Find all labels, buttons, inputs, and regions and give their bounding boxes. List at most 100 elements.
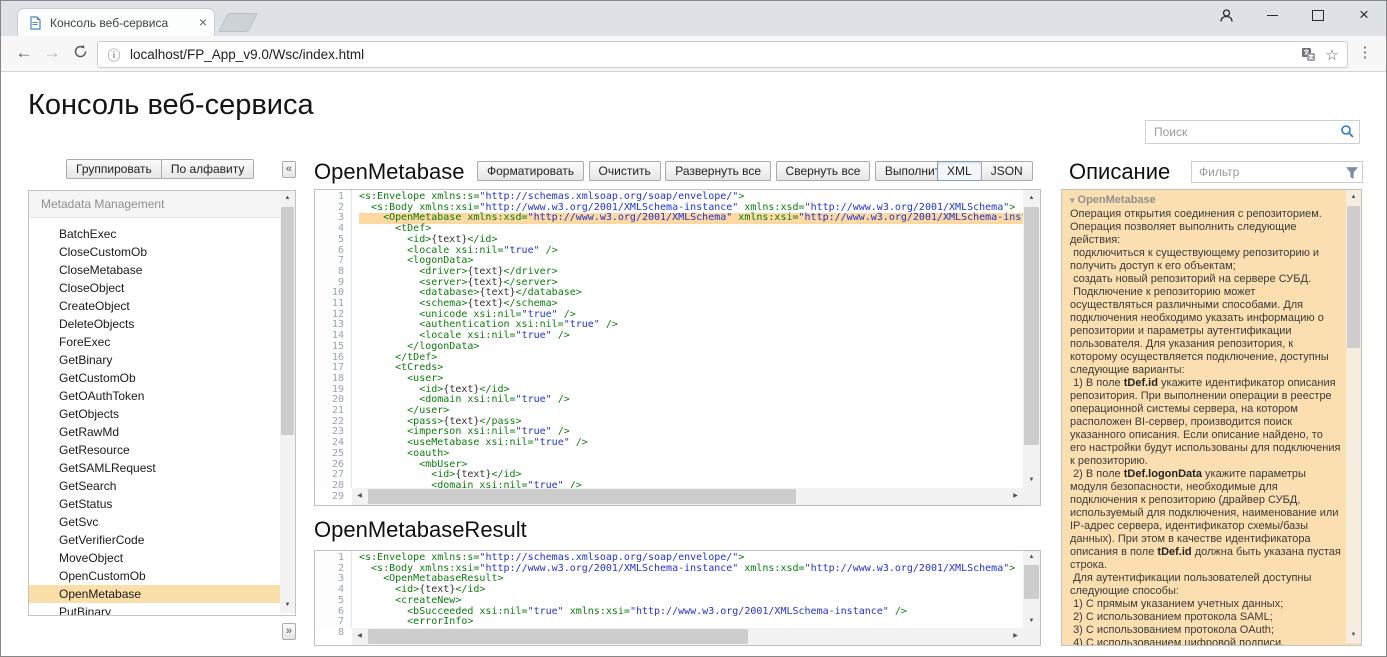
window-close-button[interactable]: × (1356, 7, 1372, 23)
scroll-down-icon[interactable]: ▼ (1346, 628, 1361, 643)
reload-button[interactable] (67, 40, 93, 67)
method-list-item[interactable]: MoveObject (29, 549, 280, 567)
code-line: <tCreds> (359, 363, 1023, 374)
result-editor[interactable]: 12345678 <s:Envelope xmlns:s="http://sch… (314, 550, 1041, 646)
list-section-header[interactable]: Metadata Management (29, 191, 280, 218)
method-list-item[interactable]: CloseMetabase (29, 261, 280, 279)
scroll-left-icon[interactable]: ◀ (352, 628, 367, 645)
format-button[interactable]: Форматировать (477, 161, 584, 181)
description-paragraph: 3) С использованием протокола OAuth; (1070, 624, 1341, 637)
url-text: localhost/FP_App_v9.0/Wsc/index.html (130, 42, 364, 67)
line-number: 3 (315, 213, 351, 224)
scroll-right-icon[interactable]: ▶ (1008, 488, 1023, 505)
result-editor-code[interactable]: <s:Envelope xmlns:s="http://schemas.xmls… (353, 551, 1023, 628)
method-list-item[interactable]: GetOAuthToken (29, 387, 280, 405)
method-list-item[interactable]: GetRawMd (29, 423, 280, 441)
request-editor-code[interactable]: <s:Envelope xmlns:s="http://schemas.xmls… (353, 190, 1023, 488)
description-section-header[interactable]: ▾OpenMetabase (1062, 190, 1361, 208)
method-list-item[interactable]: GetSearch (29, 477, 280, 495)
alphabet-button[interactable]: По алфавиту (161, 159, 255, 179)
scroll-up-icon[interactable]: ▲ (1023, 190, 1040, 206)
scroll-thumb[interactable] (281, 207, 294, 435)
scroll-up-icon[interactable]: ▲ (1023, 551, 1040, 564)
scroll-left-icon[interactable]: ◀ (352, 488, 367, 505)
scroll-right-icon[interactable]: ▶ (1008, 628, 1023, 645)
address-bar[interactable]: ⓘ localhost/FP_App_v9.0/Wsc/index.html ☆ (97, 41, 1348, 68)
clear-button[interactable]: Очистить (589, 161, 661, 181)
window-maximize-button[interactable] (1310, 7, 1326, 23)
sidebar-scrollbar[interactable]: ▲ ▼ (280, 191, 295, 613)
profile-icon[interactable] (1218, 7, 1234, 23)
json-toggle-button[interactable]: JSON (981, 161, 1033, 181)
collapse-all-button[interactable]: Свернуть все (776, 161, 871, 181)
scroll-up-icon[interactable]: ▲ (1346, 190, 1361, 205)
method-listbox: Metadata Management BatchExecCloseCustom… (28, 190, 296, 616)
forward-button[interactable]: → (39, 40, 65, 66)
search-input[interactable] (1152, 122, 1334, 142)
method-list-item[interactable]: GetStatus (29, 495, 280, 513)
scroll-down-icon[interactable]: ▼ (1023, 615, 1040, 628)
scroll-thumb[interactable] (1024, 207, 1039, 445)
browser-menu-icon[interactable]: ⋮ (1352, 40, 1378, 66)
method-list-item[interactable]: GetSAMLRequest (29, 459, 280, 477)
method-list-item[interactable]: GetSvc (29, 513, 280, 531)
search-icon[interactable] (1340, 124, 1355, 144)
method-list-item[interactable]: ForeExec (29, 333, 280, 351)
line-number: 25 (315, 449, 351, 460)
back-button[interactable]: ← (11, 40, 37, 66)
code-line: <useMetabase xsi:nil="true" /> (359, 438, 1023, 449)
translate-icon[interactable] (1299, 42, 1317, 67)
method-list-item[interactable]: DeleteObjects (29, 315, 280, 333)
bookmark-star-icon[interactable]: ☆ (1323, 42, 1341, 67)
request-editor-gutter: 1234567891011121314151617181920212223242… (315, 190, 352, 488)
request-editor-hscrollbar[interactable]: ◀ ▶ (352, 488, 1023, 505)
method-list-item[interactable]: GetResource (29, 441, 280, 459)
result-editor-hscrollbar[interactable]: ◀ ▶ (352, 628, 1023, 645)
scroll-thumb[interactable] (368, 489, 796, 504)
method-list-item[interactable]: BatchExec (29, 225, 280, 243)
filter-funnel-icon[interactable] (1346, 166, 1358, 184)
description-paragraph: Подключение к репозиторию может осуществ… (1070, 286, 1341, 377)
request-editor-vscrollbar[interactable]: ▲ ▼ (1023, 190, 1040, 488)
scroll-thumb[interactable] (368, 629, 748, 644)
method-list-item[interactable]: CreateObject (29, 297, 280, 315)
method-list: BatchExecCloseCustomObCloseMetabaseClose… (29, 225, 280, 616)
result-title: OpenMetabaseResult (314, 517, 527, 543)
method-list-item[interactable]: PutBinary (29, 603, 280, 616)
browser-tab[interactable]: Консоль веб-сервиса × (17, 8, 215, 37)
method-list-item[interactable]: GetCustomOb (29, 369, 280, 387)
scroll-thumb[interactable] (1347, 206, 1360, 348)
method-list-item[interactable]: CloseCustomOb (29, 243, 280, 261)
scroll-up-icon[interactable]: ▲ (280, 191, 295, 206)
scroll-down-icon[interactable]: ▼ (280, 598, 295, 613)
method-list-item[interactable]: GetVerifierCode (29, 531, 280, 549)
expand-all-button[interactable]: Развернуть все (665, 161, 771, 181)
page-info-icon[interactable]: ⓘ (106, 42, 122, 67)
result-editor-vscrollbar[interactable]: ▲ ▼ (1023, 551, 1040, 628)
method-list-item[interactable]: CloseObject (29, 279, 280, 297)
sidebar-collapse-button[interactable]: « (282, 161, 296, 178)
sidebar-expand-button[interactable]: » (282, 623, 296, 640)
description-scrollbar[interactable]: ▲ ▼ (1346, 190, 1361, 643)
method-list-item[interactable]: OpenMetabase (29, 585, 280, 603)
window-minimize-button[interactable] (1264, 7, 1280, 23)
xml-toggle-button[interactable]: XML (937, 161, 982, 181)
method-list-item[interactable]: OpenCustomOb (29, 567, 280, 585)
tab-close-icon[interactable]: × (199, 14, 207, 30)
description-text: Операция открытия соединения с репозитор… (1062, 208, 1361, 646)
line-number: 5 (315, 235, 351, 246)
filter-input[interactable] (1197, 163, 1341, 181)
scroll-thumb[interactable] (1024, 565, 1039, 599)
line-number: 7 (315, 256, 351, 267)
line-number: 2 (315, 564, 351, 575)
line-number: 6 (315, 246, 351, 257)
scroll-down-icon[interactable]: ▼ (1023, 472, 1040, 488)
new-tab-button[interactable] (218, 13, 258, 32)
code-line: </tDef> (359, 353, 1023, 364)
browser-toolbar: ← → ⓘ localhost/FP_App_v9.0/Wsc/index.ht… (1, 36, 1386, 72)
request-editor[interactable]: 1234567891011121314151617181920212223242… (314, 189, 1041, 506)
line-number: 4 (315, 585, 351, 596)
group-button[interactable]: Группировать (66, 159, 162, 179)
method-list-item[interactable]: GetBinary (29, 351, 280, 369)
method-list-item[interactable]: GetObjects (29, 405, 280, 423)
